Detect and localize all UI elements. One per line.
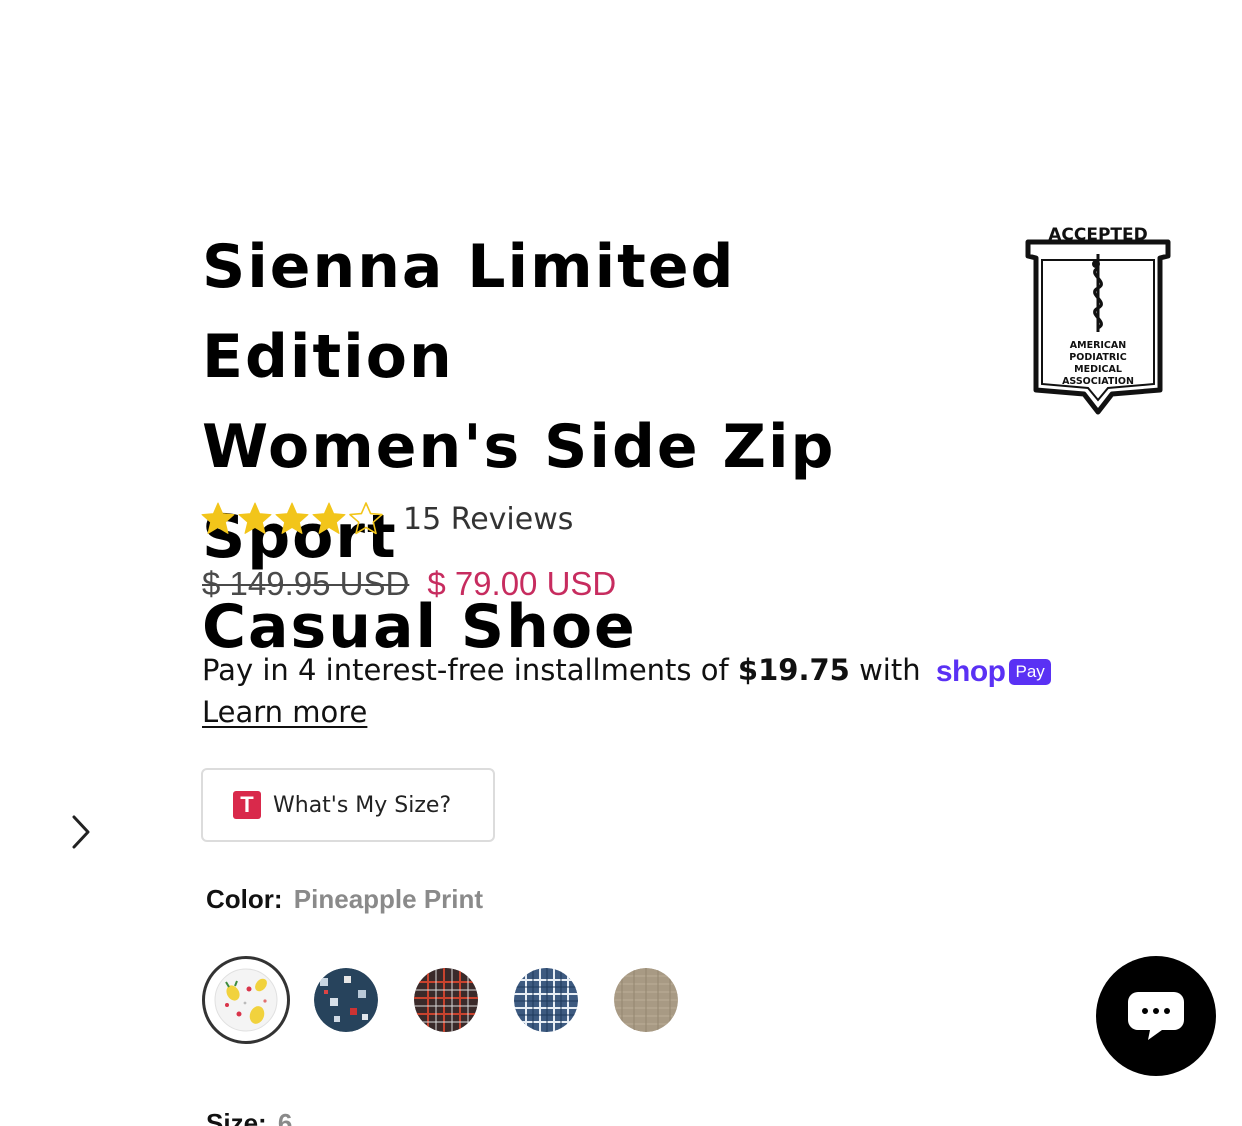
star-filled-icon: [201, 502, 235, 534]
product-rating: 15 Reviews: [200, 498, 573, 540]
carousel-next-button[interactable]: [62, 810, 98, 854]
color-label-value: Pineapple Print: [293, 884, 484, 914]
color-swatch-navy-patterned[interactable]: [314, 968, 378, 1032]
blue-plaid-pattern: [514, 968, 578, 1032]
star-rating: [200, 501, 385, 537]
product-title-line: Women's Side Zip Sport: [202, 412, 836, 572]
badge-line: AMERICAN: [1070, 340, 1126, 351]
star-empty-icon: [349, 502, 383, 535]
color-swatch-red-plaid[interactable]: [414, 968, 478, 1032]
badge-line: MEDICAL: [1074, 364, 1122, 375]
reviews-link[interactable]: 15 Reviews: [403, 502, 573, 537]
taupe-pattern: [614, 968, 678, 1032]
price-row: $ 149.95 USD $ 79.00 USD: [202, 565, 616, 603]
navy-pattern: [314, 968, 378, 1032]
compare-at-price: $ 149.95 USD: [202, 565, 410, 602]
size-label-key: Size:: [206, 1108, 267, 1126]
apma-accepted-badge: ACCEPTED AMERICAN PODIATRIC MEDICAL ASSO…: [1025, 225, 1171, 415]
installments-text: Pay in 4 interest-free installments of: [202, 653, 729, 687]
star-filled-icon: [275, 502, 309, 534]
learn-more-link[interactable]: Learn more: [202, 692, 1102, 732]
color-swatch-blue-plaid[interactable]: [514, 968, 578, 1032]
shop-pay-installments: Pay in 4 interest-free installments of $…: [202, 650, 1102, 732]
star-filled-icon: [238, 502, 272, 534]
star-filled-icon: [312, 502, 346, 534]
size-label-value: 6: [277, 1108, 293, 1126]
shop-pay-pill: Pay: [1009, 659, 1051, 685]
shop-pay-wordmark: shop: [935, 655, 1006, 688]
whats-my-size-button[interactable]: T What's My Size?: [201, 768, 495, 842]
whats-my-size-label: What's My Size?: [273, 792, 452, 818]
installment-amount: $19.75: [737, 653, 850, 687]
badge-top-text: ACCEPTED: [1048, 225, 1148, 245]
chat-bubble-icon: [1128, 992, 1184, 1040]
red-plaid-pattern: [414, 968, 478, 1032]
pineapple-print-pattern: [214, 968, 278, 1032]
size-option-label: Size: 6: [206, 1108, 292, 1126]
installments-with: with: [859, 653, 921, 687]
badge-line: ASSOCIATION: [1062, 376, 1134, 387]
color-label-key: Color:: [206, 884, 283, 914]
true-fit-logo-icon: T: [233, 791, 261, 819]
product-title-line: Sienna Limited Edition: [202, 232, 736, 392]
color-option-label: Color: Pineapple Print: [206, 884, 483, 915]
chat-launcher-button[interactable]: [1096, 956, 1216, 1076]
chevron-right-icon: [72, 815, 90, 849]
shop-pay-logo: shop Pay: [936, 652, 1051, 692]
product-title: Sienna Limited Edition Women's Side Zip …: [202, 222, 1002, 672]
color-swatch-pineapple-print[interactable]: [202, 956, 290, 1044]
sale-price: $ 79.00 USD: [427, 565, 617, 602]
color-swatch-taupe[interactable]: [614, 968, 678, 1032]
badge-line: PODIATRIC: [1069, 352, 1126, 363]
